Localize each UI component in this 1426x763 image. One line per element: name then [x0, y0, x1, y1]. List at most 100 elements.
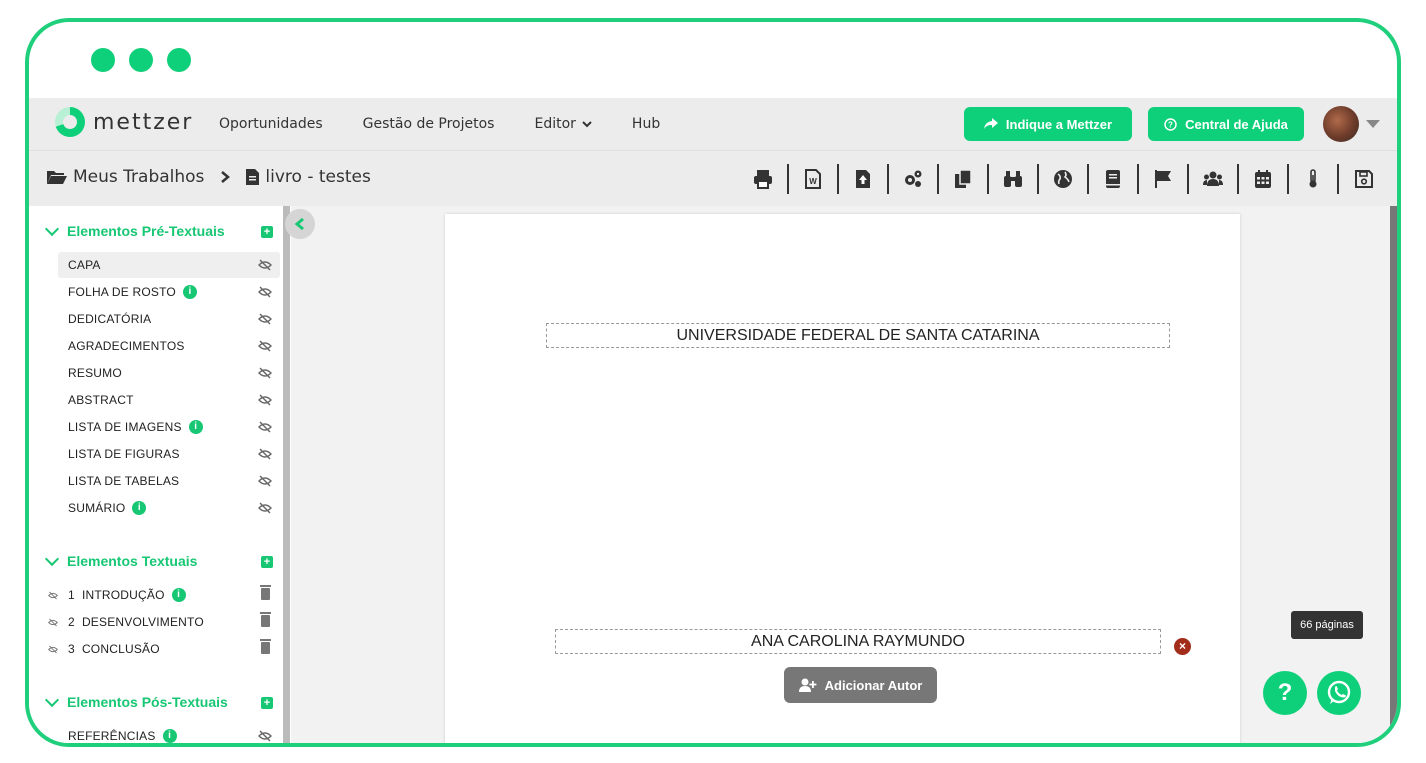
calendar-icon[interactable]	[1239, 164, 1289, 194]
eye-slash-icon[interactable]	[258, 448, 272, 460]
eye-slash-icon[interactable]	[258, 259, 272, 271]
info-icon[interactable]: i	[162, 729, 177, 743]
sidebar-item-label: SUMÁRIO	[68, 501, 126, 515]
editor-scrollbar[interactable]	[1390, 206, 1397, 743]
help-button[interactable]: ?	[1263, 671, 1307, 715]
users-icon[interactable]	[1189, 164, 1239, 194]
sidebar-scrollbar[interactable]	[283, 206, 290, 743]
share-icon	[983, 118, 998, 129]
breadcrumb: Meus Trabalhos livro - testes	[47, 167, 371, 187]
sidebar-item-conclusao[interactable]: 3 CONCLUSÃO	[48, 636, 280, 662]
sidebar-item-sumario[interactable]: SUMÁRIO i	[58, 495, 280, 521]
app-frame: mettzer Oportunidades Gestão de Projetos…	[25, 18, 1401, 747]
plus-icon[interactable]: +	[261, 697, 273, 709]
eye-slash-icon[interactable]	[48, 591, 58, 600]
eye-slash-icon[interactable]	[258, 286, 272, 298]
sidebar-item-label: 3 CONCLUSÃO	[68, 642, 160, 656]
remove-author-icon[interactable]: ×	[1174, 638, 1191, 655]
word-icon[interactable]: W	[789, 164, 839, 194]
indique-label: Indique a Mettzer	[1005, 116, 1113, 132]
info-icon[interactable]: i	[188, 420, 203, 434]
info-icon[interactable]: i	[132, 501, 147, 515]
eye-slash-icon[interactable]	[258, 502, 272, 514]
window-dot[interactable]	[167, 48, 191, 72]
svg-text:?: ?	[1168, 120, 1173, 129]
sidebar-item-label: DEDICATÓRIA	[68, 312, 152, 326]
trash-icon[interactable]	[260, 585, 271, 600]
eye-slash-icon[interactable]	[258, 313, 272, 325]
collapse-sidebar-button[interactable]	[285, 209, 315, 239]
add-author-button[interactable]: Adicionar Autor	[784, 667, 937, 703]
export-icon[interactable]	[839, 164, 889, 194]
section-pos-textuais[interactable]: Elementos Pós-Textuais	[44, 692, 228, 710]
sidebar-item-introducao[interactable]: 1 INTRODUÇÃO i	[48, 582, 280, 608]
window-dot[interactable]	[129, 48, 153, 72]
breadcrumb-current: livro - testes	[265, 167, 371, 187]
indique-button[interactable]: Indique a Mettzer	[964, 107, 1132, 141]
sidebar-item-lista-de-figuras[interactable]: LISTA DE FIGURAS	[58, 441, 280, 467]
settings-icon[interactable]	[889, 164, 939, 194]
sidebar-item-lista-de-imagens[interactable]: LISTA DE IMAGENS i	[58, 414, 280, 440]
trash-icon[interactable]	[260, 639, 271, 654]
sidebar-item-abstract[interactable]: ABSTRACT	[58, 387, 280, 413]
plus-icon[interactable]: +	[261, 556, 273, 568]
print-icon[interactable]	[739, 164, 789, 194]
sidebar-item-label: LISTA DE FIGURAS	[68, 447, 180, 461]
section-title: Elementos Pré-Textuais	[67, 223, 225, 239]
eye-slash-icon[interactable]	[258, 421, 272, 433]
sidebar: Elementos Pré-Textuais + CAPA FOLHA DE R…	[29, 206, 287, 743]
author-field[interactable]: ANA CAROLINA RAYMUNDO	[555, 629, 1161, 654]
institution-field[interactable]: UNIVERSIDADE FEDERAL DE SANTA CATARINA	[546, 323, 1170, 348]
info-icon[interactable]: i	[182, 285, 197, 299]
section-textuais[interactable]: Elementos Textuais	[44, 551, 198, 569]
user-avatar[interactable]	[1323, 106, 1359, 142]
sidebar-item-capa[interactable]: CAPA	[58, 252, 280, 278]
copy-icon[interactable]	[939, 164, 989, 194]
brand-logo[interactable]: mettzer	[55, 107, 193, 137]
eye-slash-icon[interactable]	[258, 340, 272, 352]
sidebar-item-folha-de-rosto[interactable]: FOLHA DE ROSTO i	[58, 279, 280, 305]
nav-oportunidades[interactable]: Oportunidades	[219, 116, 323, 132]
eye-slash-icon[interactable]	[258, 475, 272, 487]
logo-icon	[55, 107, 85, 137]
section-title: Elementos Textuais	[67, 553, 198, 569]
eye-slash-icon[interactable]	[258, 730, 272, 742]
info-icon[interactable]: i	[171, 588, 186, 602]
book-icon[interactable]	[1089, 164, 1139, 194]
caret-down-icon[interactable]	[1366, 120, 1380, 128]
trash-icon[interactable]	[260, 612, 271, 627]
save-icon[interactable]	[1339, 164, 1389, 194]
sidebar-item-desenvolvimento[interactable]: 2 DESENVOLVIMENTO	[48, 609, 280, 635]
chevron-down-icon	[44, 692, 60, 707]
eye-slash-icon[interactable]	[258, 394, 272, 406]
sidebar-item-dedicatoria[interactable]: DEDICATÓRIA	[58, 306, 280, 332]
binoculars-icon[interactable]	[989, 164, 1039, 194]
section-pre-textuais[interactable]: Elementos Pré-Textuais	[44, 221, 225, 239]
sidebar-item-lista-de-tabelas[interactable]: LISTA DE TABELAS	[58, 468, 280, 494]
brand-name: mettzer	[93, 109, 194, 135]
sidebar-item-label: CAPA	[68, 258, 101, 272]
toolbar-icons: W	[739, 164, 1389, 194]
breadcrumb-root[interactable]: Meus Trabalhos	[73, 167, 204, 187]
eye-slash-icon[interactable]	[48, 618, 58, 627]
eye-slash-icon[interactable]	[48, 645, 58, 654]
plus-icon[interactable]: +	[261, 226, 273, 238]
window-controls	[91, 48, 191, 72]
nav-hub[interactable]: Hub	[632, 116, 660, 132]
window-dot[interactable]	[91, 48, 115, 72]
nav-editor[interactable]: Editor	[534, 116, 592, 132]
globe-icon[interactable]	[1039, 164, 1089, 194]
sidebar-item-resumo[interactable]: RESUMO	[58, 360, 280, 386]
sidebar-item-referencias[interactable]: REFERÊNCIAS i	[58, 723, 280, 743]
thermometer-icon[interactable]	[1289, 164, 1339, 194]
whatsapp-button[interactable]	[1317, 671, 1361, 715]
flag-icon[interactable]	[1139, 164, 1189, 194]
nav-gestao-projetos[interactable]: Gestão de Projetos	[363, 116, 495, 132]
chevron-left-icon	[294, 217, 304, 231]
sidebar-item-agradecimentos[interactable]: AGRADECIMENTOS	[58, 333, 280, 359]
user-plus-icon	[798, 678, 817, 692]
sidebar-item-label: FOLHA DE ROSTO	[68, 285, 176, 299]
sidebar-item-label: RESUMO	[68, 366, 122, 380]
help-center-button[interactable]: ? Central de Ajuda	[1148, 107, 1304, 141]
eye-slash-icon[interactable]	[258, 367, 272, 379]
